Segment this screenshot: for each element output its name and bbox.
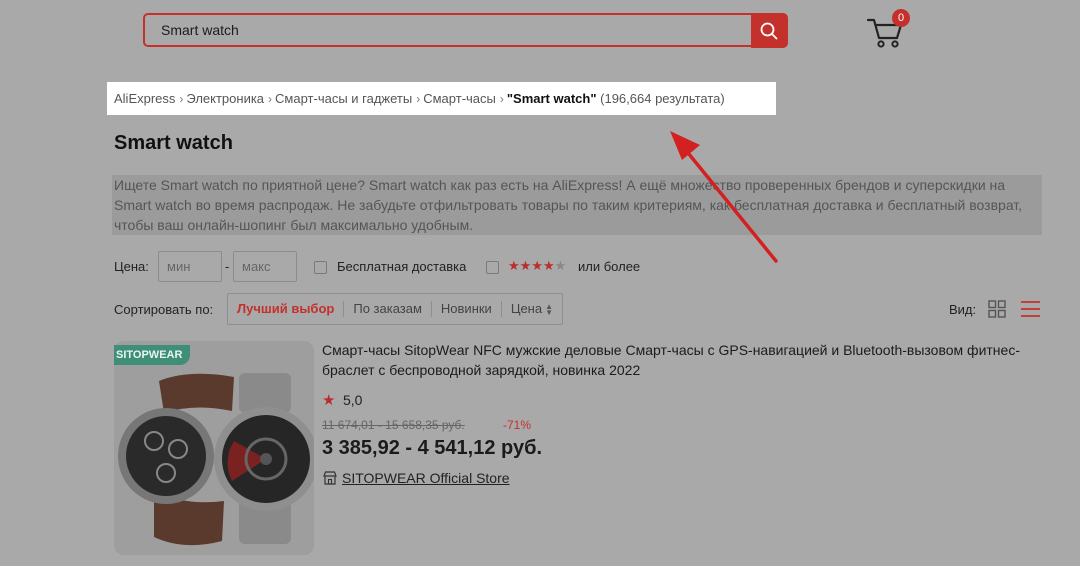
breadcrumb-item-smartwatches[interactable]: Смарт-часы <box>423 91 496 106</box>
star-filled-icon: ★ <box>519 258 532 273</box>
search-button[interactable] <box>751 13 788 48</box>
product-title[interactable]: Смарт-часы SitopWear NFC мужские деловые… <box>322 340 1022 380</box>
sort-price[interactable]: Цена ▲ ▼ <box>502 301 562 317</box>
seo-description: Ищете Smart watch по приятной цене? Smar… <box>112 175 1042 235</box>
grid-view-icon[interactable] <box>988 300 1006 318</box>
search-input[interactable]: Smart watch <box>161 15 239 45</box>
breadcrumb-item-smartwatches-gadgets[interactable]: Смарт-часы и гаджеты <box>275 91 412 106</box>
discount-badge: -71% <box>503 418 532 432</box>
sort-best-match[interactable]: Лучший выбор <box>228 301 345 317</box>
breadcrumb-item-electronics[interactable]: Электроника <box>186 91 264 106</box>
product-price: 3 385,92 - 4 541,12 руб. <box>322 437 543 459</box>
sort-newest[interactable]: Новинки <box>432 301 502 317</box>
price-filter-label: Цена: <box>114 259 149 274</box>
breadcrumb-item-aliexpress[interactable]: AliExpress <box>114 91 175 106</box>
sort-label: Сортировать по: <box>114 302 214 317</box>
store-link[interactable]: SITOPWEAR Official Store <box>342 470 510 486</box>
star-filled-icon: ★ <box>508 258 520 273</box>
rating-filter-checkbox[interactable] <box>486 261 499 274</box>
result-count: (196,664 результата) <box>600 91 725 106</box>
price-range-dash: - <box>225 259 230 274</box>
chevron-right-icon: › <box>268 92 273 106</box>
price-min-input[interactable]: мин <box>158 251 222 282</box>
chevron-right-icon: › <box>499 92 504 106</box>
old-price: 11 674,01 - 15 658,35 руб. <box>322 418 465 432</box>
search-box[interactable]: Smart watch <box>143 13 751 47</box>
star-filled-icon: ★ <box>531 258 543 273</box>
store-icon <box>323 471 337 485</box>
list-view-icon[interactable] <box>1021 300 1040 318</box>
free-shipping-label: Бесплатная доставка <box>337 259 467 274</box>
brand-badge: SITOPWEAR <box>114 345 190 365</box>
cart-count-badge: 0 <box>892 9 910 27</box>
page-title: Smart watch <box>114 132 233 154</box>
rating-filter-label: или более <box>578 259 641 274</box>
search-icon <box>760 22 778 40</box>
product-image[interactable] <box>114 341 314 555</box>
star-empty-icon: ★ <box>554 258 567 273</box>
star-filled-icon: ★ <box>542 258 555 273</box>
price-max-input[interactable]: макс <box>233 251 297 282</box>
sort-price-label: Цена <box>510 301 543 316</box>
product-rating: 5,0 <box>343 392 363 408</box>
sort-options: Лучший выбор По заказам Новинки Цена ▲ ▼ <box>227 293 564 325</box>
free-shipping-checkbox[interactable] <box>314 261 327 274</box>
rating-stars: ★★★★★ <box>508 258 566 274</box>
breadcrumb: AliExpress › Электроника › Смарт-часы и гадж… <box>107 82 776 115</box>
view-label: Вид: <box>949 302 977 317</box>
star-icon: ★ <box>322 392 336 409</box>
sort-arrows-icon: ▲ ▼ <box>545 301 554 317</box>
breadcrumb-current: "Smart watch" <box>506 91 597 106</box>
sort-by-orders[interactable]: По заказам <box>344 301 432 317</box>
chevron-right-icon: › <box>179 92 184 106</box>
chevron-right-icon: › <box>416 92 421 106</box>
annotation-arrow <box>670 131 778 263</box>
